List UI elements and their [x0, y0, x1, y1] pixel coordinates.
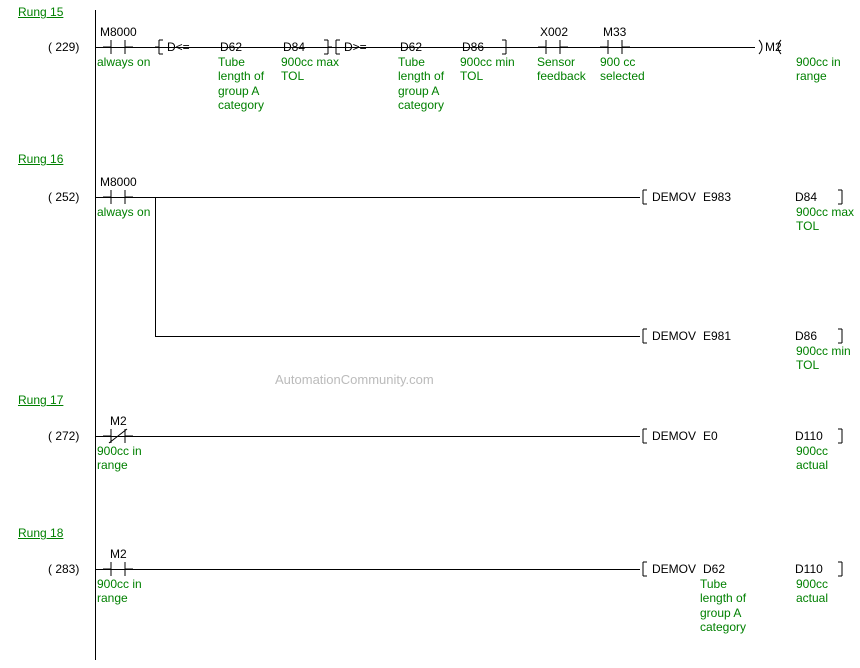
r15-e3-comment: 900cc max TOL [281, 55, 341, 84]
function-box-close-icon [835, 188, 845, 206]
r15-e4-comment: Tube length of group A category [398, 55, 458, 113]
r15-e7-comment: 900 cc selected [600, 55, 660, 84]
contact-no-icon [103, 188, 133, 206]
rung-15-label[interactable]: Rung 15 [18, 5, 63, 19]
r15-e4-id: D62 [400, 40, 422, 54]
r15-e7-id: M33 [603, 25, 626, 39]
watermark-text: AutomationCommunity.com [275, 372, 434, 387]
r16-e1-id: M8000 [100, 175, 137, 189]
r18-box1-comment: 900cc actual [796, 577, 856, 606]
r18-box1-op: DEMOV [652, 562, 696, 576]
r15-cmp2: D>= [344, 40, 367, 54]
function-box-icon [640, 188, 650, 206]
r16-box2-op: DEMOV [652, 329, 696, 343]
r15-e1-id: M8000 [100, 25, 137, 39]
r18-box1-dst: D110 [795, 562, 823, 576]
r17-box1-comment: 900cc actual [796, 444, 856, 473]
r15-e1-comment: always on [97, 55, 157, 69]
compare-box2-close-icon [500, 38, 510, 56]
r18-box1-src: D62 [703, 562, 725, 576]
r17-box1-src: E0 [703, 429, 718, 443]
r16-box1-dst: D84 [795, 190, 817, 204]
r17-box1-op: DEMOV [652, 429, 696, 443]
contact-no-icon [103, 38, 133, 56]
rung-18-step: ( 283) [48, 562, 79, 576]
rung16-branch-wire [155, 336, 640, 337]
rung-16-label[interactable]: Rung 16 [18, 152, 63, 166]
rung-16-step: ( 252) [48, 190, 79, 204]
r16-box2-dst: D86 [795, 329, 817, 343]
r16-box1-op: DEMOV [652, 190, 696, 204]
r15-e2-id: D62 [220, 40, 242, 54]
rung-15-step: ( 229) [48, 40, 79, 54]
contact-no-icon [538, 38, 568, 56]
r15-e2-comment: Tube length of group A category [218, 55, 278, 113]
r17-e1-comment: 900cc in range [97, 444, 157, 473]
function-box-icon [640, 327, 650, 345]
r16-box1-src: E983 [703, 190, 731, 204]
rung-18-label[interactable]: Rung 18 [18, 526, 63, 540]
r17-e1-id: M2 [110, 414, 127, 428]
r16-box1-comment: 900cc max TOL [796, 205, 856, 234]
r15-e3-id: D84 [283, 40, 305, 54]
r15-e6-comment: Sensor feedback [537, 55, 597, 84]
r15-coil-id: M2 [765, 40, 782, 54]
compare-box-close-icon [322, 38, 332, 56]
r18-e1-comment: 900cc in range [97, 577, 157, 606]
rung-17-label[interactable]: Rung 17 [18, 393, 63, 407]
rung15-wire [95, 47, 755, 48]
r15-e6-id: X002 [540, 25, 568, 39]
rung17-wire [95, 436, 640, 437]
function-box-close-icon [835, 427, 845, 445]
contact-nc-icon [103, 427, 133, 445]
power-rail-left [95, 10, 96, 660]
r15-cmp1: D<= [167, 40, 190, 54]
rung-17-step: ( 272) [48, 429, 79, 443]
r17-box1-dst: D110 [795, 429, 823, 443]
r15-coil-comment: 900cc in range [796, 55, 856, 84]
r15-e5-comment: 900cc min TOL [460, 55, 520, 84]
function-box-close-icon [835, 327, 845, 345]
r18-box1-srccomment: Tube length of group A category [700, 577, 760, 635]
r16-box2-comment: 900cc min TOL [796, 344, 856, 373]
function-box-close-icon [835, 560, 845, 578]
function-box-icon [640, 427, 650, 445]
r16-box2-src: E981 [703, 329, 731, 343]
rung18-wire [95, 569, 640, 570]
r18-e1-id: M2 [110, 547, 127, 561]
r16-e1-comment: always on [97, 205, 157, 219]
r15-e5-id: D86 [462, 40, 484, 54]
function-box-icon [640, 560, 650, 578]
contact-no-icon [600, 38, 630, 56]
contact-no-icon [103, 560, 133, 578]
rung16-wire [95, 197, 640, 198]
rung16-branch-vert [155, 197, 156, 336]
